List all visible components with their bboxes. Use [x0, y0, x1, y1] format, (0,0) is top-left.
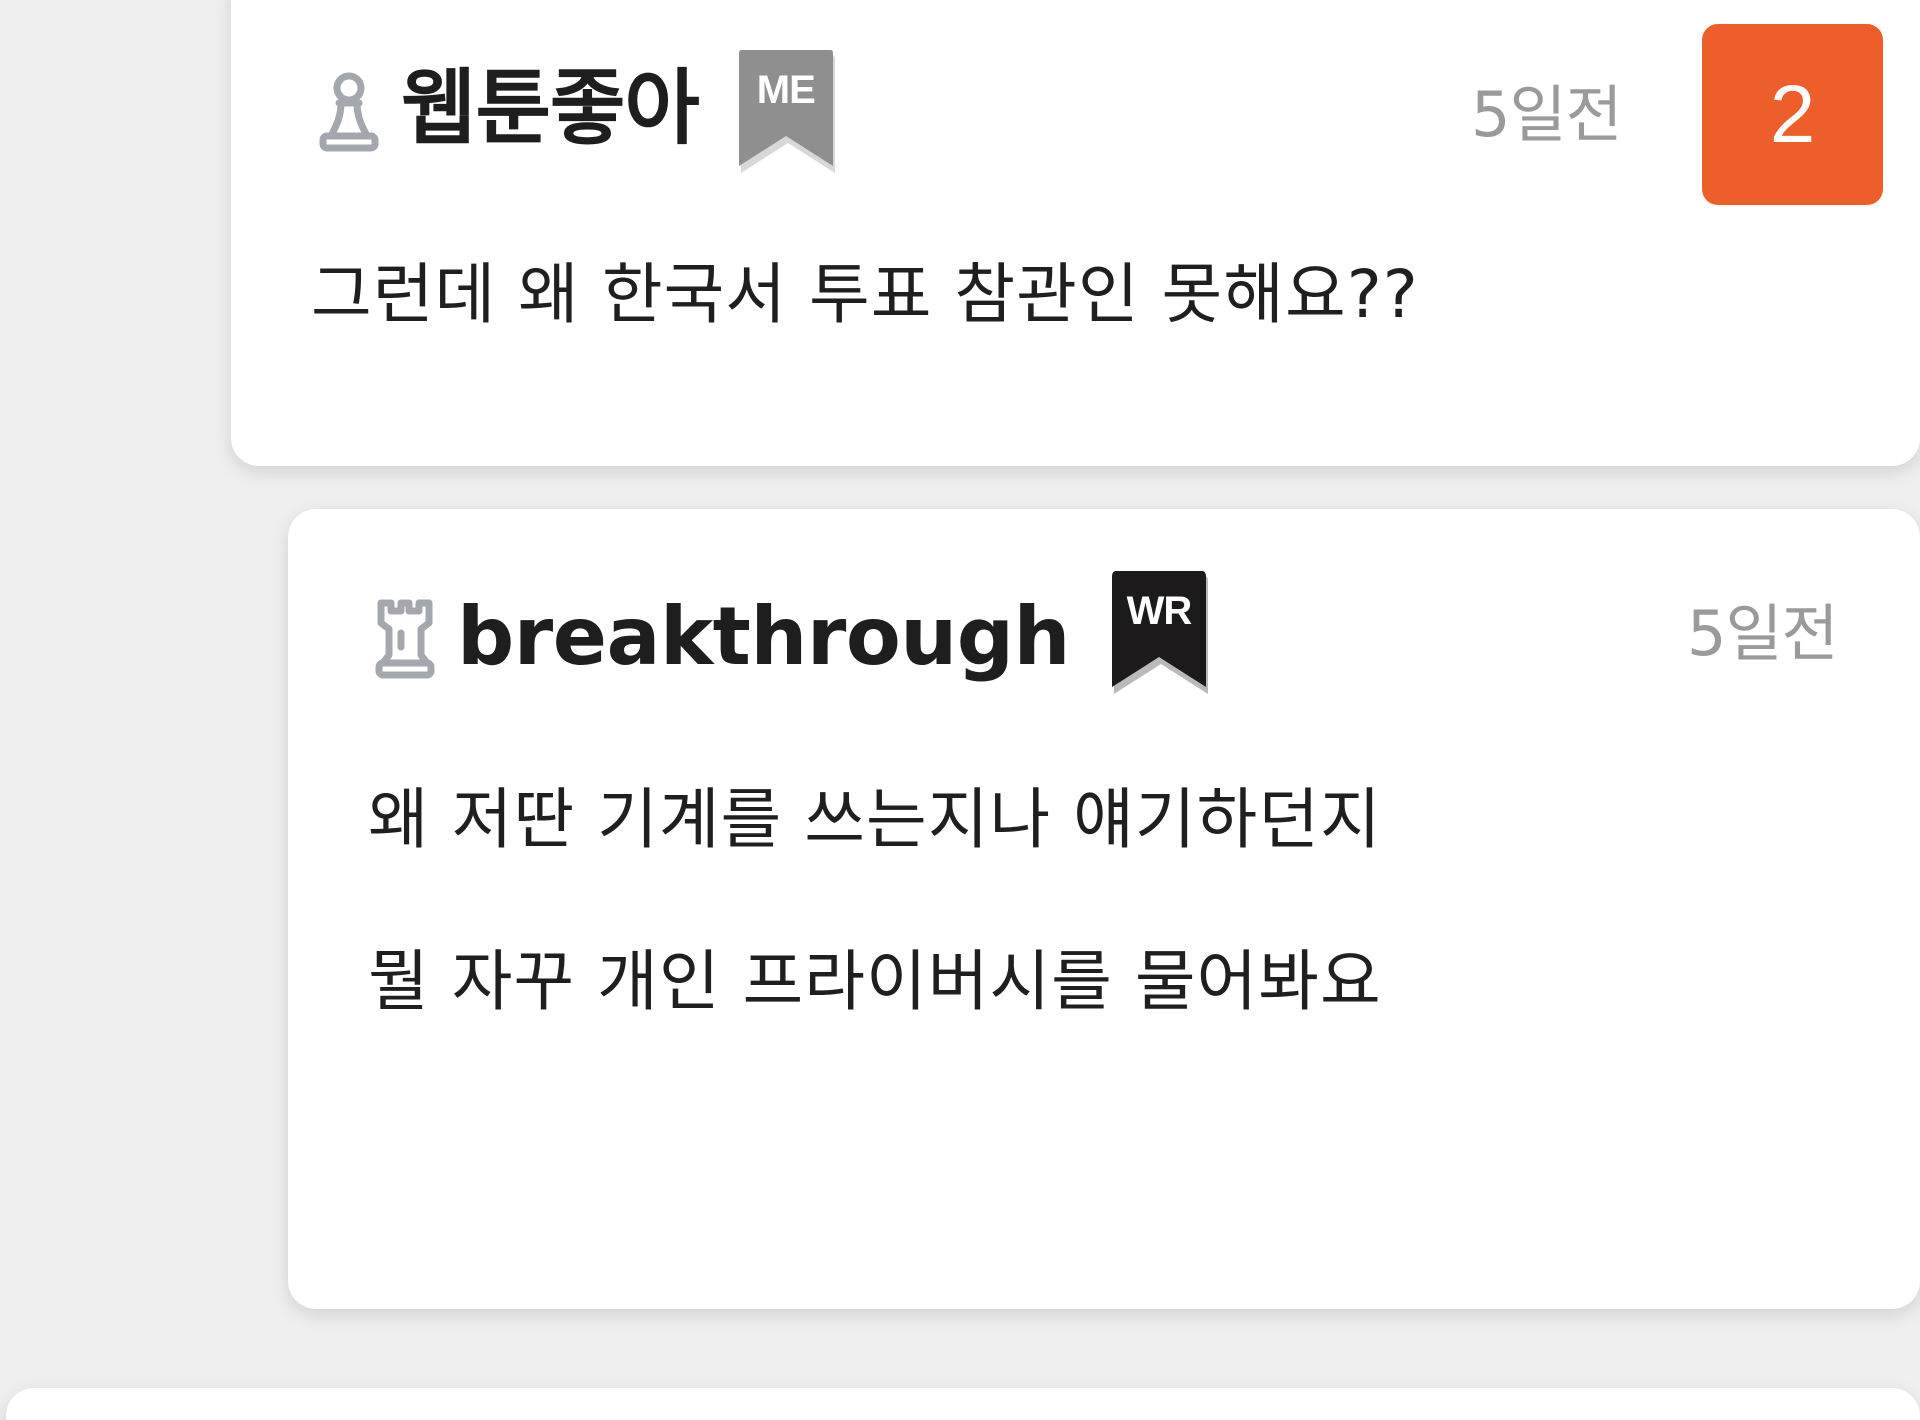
comment-thread: 웹툰좋아 ME 5일전 2 그런데 왜 한국서 투표 참관인 못해요?? bre…: [0, 0, 1920, 1420]
reply-count-badge[interactable]: 2: [1702, 24, 1883, 205]
comment-body-line: 뭘 자꾸 개인 프라이버시를 물어봐요: [368, 943, 1382, 1020]
timestamp: 5일전: [1471, 78, 1623, 151]
rook-icon: [375, 599, 435, 679]
username[interactable]: breakthrough: [457, 597, 1070, 677]
timestamp: 5일전: [1687, 597, 1839, 670]
role-badge-wr: WR: [1110, 569, 1208, 697]
role-badge-label: WR: [1126, 589, 1193, 633]
username[interactable]: 웹툰좋아: [401, 68, 700, 150]
comment-card: 웹툰좋아 ME 5일전 2 그런데 왜 한국서 투표 참관인 못해요??: [231, 0, 1920, 466]
comment-header: 웹툰좋아 ME: [317, 48, 835, 176]
comment-body-line: 왜 저딴 기계를 쓰는지나 얘기하던지: [368, 781, 1382, 858]
role-badge-me: ME: [737, 48, 835, 176]
reply-card: breakthrough WR 5일전 왜 저딴 기계를 쓰는지나 얘기하던지 …: [288, 509, 1920, 1309]
next-comment-card: [6, 1388, 1920, 1420]
comment-header: breakthrough WR: [373, 569, 1208, 697]
pawn-icon: [319, 72, 379, 152]
role-badge-label: ME: [756, 68, 816, 112]
comment-body: 그런데 왜 한국서 투표 참관인 못해요??: [311, 256, 1419, 333]
